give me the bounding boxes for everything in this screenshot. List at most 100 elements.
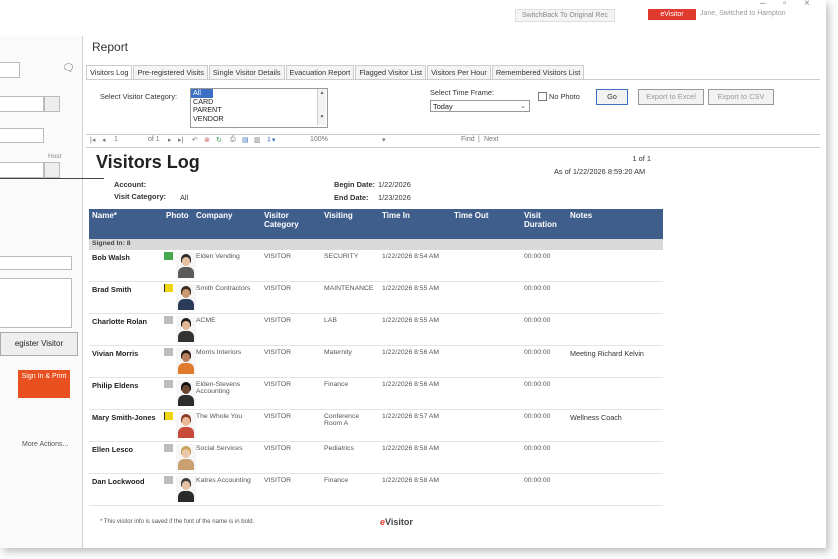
visitor-photo[interactable] <box>176 476 196 502</box>
visitor-flag-icon[interactable] <box>164 348 173 356</box>
category-listbox[interactable]: All CARD PARENT VENDOR ▲ ▼ <box>190 88 328 128</box>
switchback-button[interactable]: SwitchBack To Original Rec <box>515 9 615 22</box>
host-input[interactable] <box>0 162 44 178</box>
last-page-icon[interactable]: ▸| <box>178 136 183 144</box>
table-row[interactable]: Dan Lockwood Katres Accounting VISITOR Fina… <box>89 473 663 506</box>
visitor-photo[interactable] <box>176 412 196 438</box>
tab-visitors-log[interactable]: Visitors Log <box>86 65 133 79</box>
visitor-photo[interactable] <box>176 380 196 406</box>
listbox-scrollbar[interactable]: ▲ ▼ <box>317 89 326 125</box>
photo-body <box>178 299 194 310</box>
visitor-photo[interactable] <box>176 252 196 278</box>
page-number-box[interactable]: 1 <box>114 136 118 143</box>
timeframe-select[interactable]: Today ⌄ <box>430 100 530 112</box>
company-cell: Morris Interiors <box>193 345 261 378</box>
no-photo-checkbox[interactable] <box>538 92 547 101</box>
export-csv-button[interactable]: Export to CSV <box>708 89 774 105</box>
more-actions-link[interactable]: More Actions... <box>22 441 68 448</box>
tab-evacuation-report[interactable]: Evacuation Report <box>285 65 355 79</box>
signin-print-button[interactable]: Sign In & Print <box>18 370 70 398</box>
evisitor-logo: eVisitor <box>380 517 413 527</box>
host-label: Host <box>48 153 62 160</box>
time-in-cell: 1/22/2026 8:55 AM <box>379 313 451 346</box>
table-row[interactable]: Mary Smith-Jones The Whole You VISITOR Conf… <box>89 409 663 442</box>
left-input-1-dropdown[interactable] <box>44 96 60 112</box>
zoom-select[interactable]: 100% <box>310 136 328 143</box>
table-row[interactable]: Charlotte Rolan ACME VISITOR LAB 1/22/2026 8… <box>89 313 663 346</box>
time-in-cell: 1/22/2026 8:57 AM <box>379 409 451 442</box>
table-row[interactable]: Bob Walsh Elden Vending VISITOR SECURITY 1/2… <box>89 250 663 282</box>
page-setup-icon[interactable]: ▤ <box>242 136 249 144</box>
visitor-flag-icon[interactable] <box>164 284 173 292</box>
host-dropdown[interactable] <box>44 162 60 178</box>
photo-cell <box>163 409 196 442</box>
photo-face <box>182 257 190 266</box>
table-row[interactable]: Brad Smith Smith Contractors VISITOR MAINTE… <box>89 281 663 314</box>
tab-visitors-per-hour[interactable]: Visitors Per Hour <box>427 65 491 79</box>
table-row[interactable]: Philip Eldens Elden-Stevens Accounting VIS… <box>89 377 663 410</box>
category-cell: VISITOR <box>261 250 321 282</box>
export-excel-button[interactable]: Export to Excel <box>638 89 704 105</box>
photo-body <box>178 331 194 342</box>
maximize-icon[interactable]: ▫ <box>783 0 787 9</box>
zoom-chevron-down-icon[interactable]: ▾ <box>382 136 386 144</box>
category-cell: VISITOR <box>261 409 321 442</box>
next-page-icon[interactable]: ▸ <box>168 136 172 144</box>
account-label: Account: <box>114 180 147 189</box>
tab-single-visitor-details[interactable]: Single Visitor Details <box>208 65 285 79</box>
visiting-cell: Maternity <box>321 345 379 378</box>
category-option[interactable]: VENDOR <box>191 114 327 124</box>
next-link[interactable]: Next <box>484 136 498 143</box>
export-icon[interactable]: ⇩▾ <box>266 136 275 144</box>
table-row[interactable]: Ellen Lesco Social Services VISITOR Pediatr… <box>89 441 663 474</box>
table-row[interactable]: Vivian Morris Morris Interiors VISITOR Mate… <box>89 345 663 378</box>
register-visitor-button[interactable]: egister Visitor <box>0 332 78 356</box>
visitor-photo[interactable] <box>176 444 196 470</box>
company-cell: Katres Accounting <box>193 473 261 506</box>
go-button[interactable]: Go <box>596 89 628 105</box>
duration-cell: 00:00:00 <box>521 281 567 314</box>
first-page-icon[interactable]: |◂ <box>90 136 95 144</box>
left-input-3[interactable] <box>0 256 72 270</box>
visitor-flag-icon[interactable] <box>164 444 173 452</box>
notes-cell <box>567 313 663 346</box>
column-header-name[interactable]: Name* <box>89 209 163 239</box>
tab-remembered-visitors-list[interactable]: Remembered Visitors List <box>491 65 585 79</box>
notes-cell: Wellness Coach <box>567 409 663 442</box>
end-date-label: End Date: <box>334 193 369 202</box>
user-info: Jane, Switched to Hampton <box>700 10 786 17</box>
chat-icon[interactable]: 🗨 <box>62 63 75 74</box>
brand-tab[interactable]: eVisitor <box>648 9 696 20</box>
report-panel: Report Visitors Log Pre-registered Visit… <box>84 28 826 548</box>
minimize-icon[interactable]: – <box>760 0 766 9</box>
visitor-name: Vivian Morris <box>89 345 163 378</box>
close-icon[interactable]: × <box>804 0 810 9</box>
visiting-cell: LAB <box>321 313 379 346</box>
print-icon[interactable]: ⎙ <box>230 136 236 144</box>
left-input-2[interactable] <box>0 128 44 143</box>
refresh-icon[interactable]: ↻ <box>216 136 222 144</box>
left-input-1[interactable] <box>0 96 44 112</box>
time-out-cell <box>451 377 521 410</box>
visitor-flag-icon[interactable] <box>164 252 173 260</box>
visit-category-label: Visit Category: <box>114 192 167 201</box>
tab-flagged-visitor-list[interactable]: Flagged Visitor List <box>355 65 427 79</box>
stop-icon[interactable]: ⊗ <box>204 136 210 144</box>
left-dropdown[interactable] <box>0 62 20 78</box>
prev-page-icon[interactable]: ◂ <box>102 136 106 144</box>
visitor-flag-icon[interactable] <box>164 380 173 388</box>
back-icon[interactable]: ↶ <box>192 136 198 144</box>
column-header-company: Company <box>193 209 261 239</box>
visitor-flag-icon[interactable] <box>164 316 173 324</box>
tab-preregistered-visits[interactable]: Pre-registered Visits <box>133 65 208 79</box>
left-notes-area[interactable] <box>0 278 72 328</box>
visitor-photo[interactable] <box>176 348 196 374</box>
layout-icon[interactable]: ▥ <box>254 136 261 144</box>
find-link[interactable]: Find <box>461 136 475 143</box>
visitor-photo[interactable] <box>176 284 196 310</box>
visitor-photo[interactable] <box>176 316 196 342</box>
photo-body <box>178 427 194 438</box>
visiting-cell: Finance <box>321 473 379 506</box>
visitor-flag-icon[interactable] <box>164 412 173 420</box>
visitor-flag-icon[interactable] <box>164 476 173 484</box>
